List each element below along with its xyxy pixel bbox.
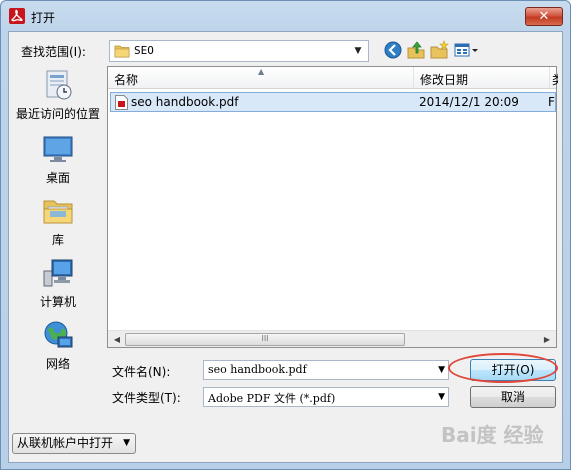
acrobat-app-icon bbox=[9, 8, 25, 24]
chevron-down-icon[interactable]: ▼ bbox=[350, 43, 366, 59]
file-list[interactable]: ▲ 名称 修改日期 类 seo handbook.pdf 2014/12/1 2… bbox=[107, 66, 558, 348]
scroll-left-icon[interactable]: ◀ bbox=[110, 333, 124, 346]
chevron-down-icon[interactable]: ▼ bbox=[438, 362, 445, 378]
file-modified: 2014/12/1 20:09 bbox=[419, 95, 519, 109]
place-label: 计算机 bbox=[39, 295, 76, 309]
back-button[interactable] bbox=[382, 39, 404, 61]
place-label: 网络 bbox=[45, 357, 70, 371]
scroll-right-icon[interactable]: ▶ bbox=[540, 333, 554, 346]
sort-ascending-icon: ▲ bbox=[258, 67, 265, 76]
highlight-ellipse bbox=[448, 353, 558, 383]
filetype-value: Adobe PDF 文件 (*.pdf) bbox=[208, 392, 336, 405]
places-bar: 最近访问的位置 桌面 库 计算机 网络 bbox=[9, 66, 107, 423]
views-menu-button[interactable] bbox=[452, 39, 480, 61]
lookin-value: SEO bbox=[134, 44, 154, 57]
close-button[interactable]: ✕ bbox=[525, 7, 563, 26]
new-folder-button[interactable] bbox=[428, 39, 450, 61]
grip-icon: III bbox=[261, 334, 269, 343]
file-row[interactable]: seo handbook.pdf 2014/12/1 20:09 F bbox=[110, 92, 556, 112]
filename-label: 文件名(N): bbox=[112, 365, 171, 379]
open-file-dialog: 打开 ✕ 查找范围(I): SEO ▼ 最近访问的位置 桌面 库 计算机 网络 … bbox=[0, 0, 571, 470]
chevron-down-icon[interactable]: ▼ bbox=[438, 389, 445, 405]
close-icon: ✕ bbox=[538, 9, 550, 24]
baidu-watermark: Bai度 经验 bbox=[441, 423, 544, 447]
computer-icon bbox=[43, 259, 73, 287]
desktop-icon bbox=[43, 136, 73, 162]
chevron-down-icon[interactable]: ▼ bbox=[123, 434, 130, 453]
place-label: 库 bbox=[51, 233, 64, 247]
pdf-file-icon bbox=[115, 95, 128, 110]
recent-places-icon bbox=[46, 70, 72, 100]
new-folder-icon bbox=[430, 40, 449, 59]
column-header: ▲ 名称 修改日期 类 bbox=[108, 67, 558, 89]
cancel-button[interactable]: 取消 bbox=[470, 386, 556, 408]
column-modified[interactable]: 修改日期 bbox=[420, 71, 468, 88]
column-type[interactable]: 类 bbox=[552, 71, 558, 88]
views-menu-icon bbox=[454, 43, 478, 57]
column-name[interactable]: 名称 bbox=[114, 71, 138, 88]
filetype-label: 文件类型(T): bbox=[112, 391, 181, 405]
filetype-dropdown[interactable]: Adobe PDF 文件 (*.pdf) ▼ bbox=[203, 387, 449, 407]
up-folder-icon bbox=[407, 41, 425, 59]
horizontal-scrollbar[interactable]: ◀ III ▶ bbox=[108, 330, 556, 347]
up-folder-button[interactable] bbox=[405, 39, 427, 61]
title-bar[interactable]: 打开 ✕ bbox=[1, 1, 570, 31]
file-name: seo handbook.pdf bbox=[131, 95, 239, 109]
file-type: F bbox=[548, 95, 555, 109]
scrollbar-thumb[interactable]: III bbox=[125, 333, 405, 346]
lookin-dropdown[interactable]: SEO ▼ bbox=[109, 40, 369, 62]
place-label: 桌面 bbox=[45, 171, 70, 185]
window-title: 打开 bbox=[31, 11, 56, 25]
filename-field[interactable]: seo handbook.pdf ▼ bbox=[203, 360, 449, 380]
filename-value: seo handbook.pdf bbox=[208, 363, 307, 376]
open-from-online-button[interactable]: 从联机帐户中打开 ▼ bbox=[12, 433, 136, 454]
folder-icon bbox=[114, 45, 130, 58]
back-icon bbox=[384, 41, 402, 59]
libraries-icon bbox=[43, 200, 73, 224]
lookin-label: 查找范围(I): bbox=[21, 45, 86, 59]
network-icon bbox=[44, 321, 73, 348]
place-label: 最近访问的位置 bbox=[15, 107, 100, 121]
offline-label: 从联机帐户中打开 bbox=[17, 436, 114, 450]
